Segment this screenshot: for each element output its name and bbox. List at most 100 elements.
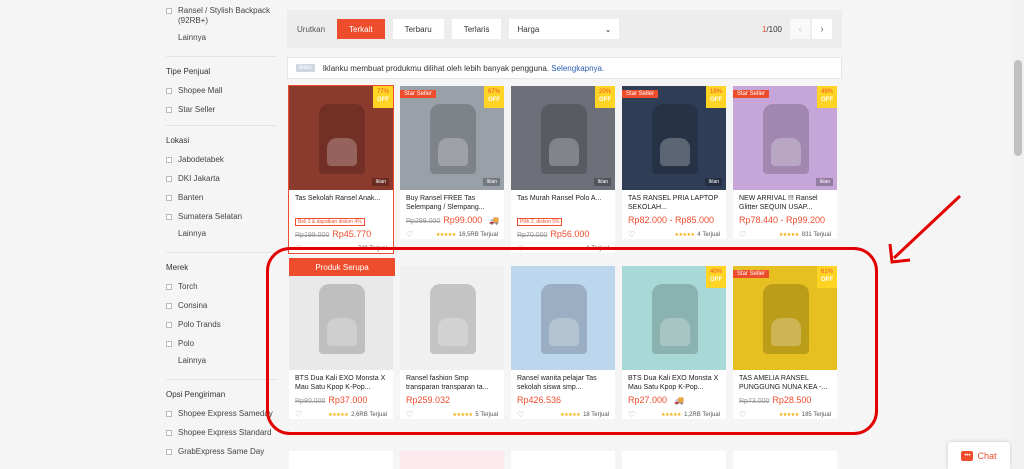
checkbox[interactable] [166, 322, 172, 328]
filter-option-shipping[interactable]: GrabExpress Same Day [166, 447, 276, 457]
discount-off: OFF [599, 97, 611, 103]
checkbox[interactable] [166, 430, 172, 436]
heart-icon[interactable]: ♡ [406, 230, 413, 239]
ad-label: Iklan [705, 178, 722, 186]
product-card[interactable] [400, 451, 504, 469]
page-total: /100 [766, 24, 782, 34]
checkbox[interactable] [166, 157, 172, 163]
filter-option-label: Ransel / Stylish Backpack (92RB+) [178, 6, 271, 25]
product-card[interactable] [622, 451, 726, 469]
product-image[interactable]: 20% OFF Iklan [511, 86, 615, 190]
promo-tag: Pilih 2, diskon 5% [517, 218, 563, 226]
sort-newest-button[interactable]: Terbaru [392, 19, 444, 39]
prev-page-button[interactable]: ‹ [790, 19, 810, 39]
filter-option-label: Consina [178, 301, 208, 310]
chevron-right-icon: › [820, 23, 824, 35]
filter-option-ransel[interactable]: Ransel / Stylish Backpack (92RB+) [166, 6, 276, 26]
filter-option-label: Polo Trands [178, 320, 221, 329]
free-shipping-truck-icon: 🚚 [489, 216, 500, 225]
filter-option-star-seller[interactable]: Star Seller [166, 105, 276, 115]
product-card[interactable] [733, 451, 837, 469]
filter-option-location[interactable]: Sumatera Selatan [166, 212, 276, 222]
divider [166, 252, 276, 253]
checkbox[interactable] [166, 176, 172, 182]
filter-option-brand[interactable]: Torch [166, 282, 276, 292]
show-more-link[interactable]: Lainnya [178, 229, 276, 238]
star-seller-badge: Star Seller [733, 90, 770, 98]
product-image[interactable]: 77% OFF Iklan [289, 86, 393, 190]
discount-percent: 18% [709, 89, 722, 95]
product-card[interactable] [511, 451, 615, 469]
product-price: Rp82.000 - Rp85.000 [628, 215, 715, 225]
product-name[interactable]: Buy Ransel FREE Tas Selempang / Slempang… [406, 194, 498, 212]
checkbox[interactable] [166, 411, 172, 417]
product-card[interactable] [289, 451, 393, 469]
filter-option-label: GrabExpress Same Day [178, 447, 265, 456]
scrollbar-thumb[interactable] [1014, 60, 1022, 156]
heart-icon[interactable]: ♡ [739, 230, 746, 239]
divider [166, 56, 276, 57]
checkbox[interactable] [166, 8, 172, 14]
ad-label: Iklan [483, 178, 500, 186]
filter-option-brand[interactable]: Consina [166, 301, 276, 311]
discount-badge: 20% OFF [595, 86, 615, 108]
checkbox[interactable] [166, 303, 172, 309]
product-image[interactable]: Star Seller 18% OFF Iklan [622, 86, 726, 190]
checkbox[interactable] [166, 195, 172, 201]
filter-option-label: DKI Jakarta [178, 174, 220, 183]
checkbox[interactable] [166, 88, 172, 94]
filter-option-brand[interactable]: Polo [166, 339, 276, 349]
price-sort-select[interactable]: Harga ⌄ [509, 19, 620, 39]
rating-row: ♡ ★★★★★ 4 Terjual [628, 230, 720, 239]
product-image[interactable]: Star Seller 67% OFF Iklan [400, 86, 504, 190]
backpack-pocket [771, 138, 801, 166]
rating-row: ♡ ★★★★★ 16,5RB Terjual [406, 230, 498, 239]
next-page-button[interactable]: › [812, 19, 832, 39]
product-name[interactable]: NEW ARRIVAL !!! Ransel Glitter SEQUIN US… [739, 194, 831, 212]
discount-badge: 49% OFF [817, 86, 837, 108]
filter-option-label: Jabodetabek [178, 155, 224, 164]
sort-bestselling-button[interactable]: Terlaris [451, 19, 502, 39]
original-price: Rp299.000 [406, 218, 441, 225]
checkbox[interactable] [166, 449, 172, 455]
product-card[interactable]: 77% OFF Iklan Tas Sekolah Ransel Anak... Bel… [288, 85, 394, 254]
filter-option-location[interactable]: DKI Jakarta [166, 174, 276, 184]
sold-count: 831 Terjual [801, 231, 831, 238]
filter-option-shopee-mall[interactable]: Shopee Mall [166, 86, 276, 96]
ad-label: Iklan [594, 178, 611, 186]
mini-pager: 1/100 ‹ › [762, 19, 832, 39]
product-price: Rp78.440 - Rp99.200 [739, 215, 826, 225]
filter-group-title: Merek [166, 263, 189, 272]
product-card[interactable]: 20% OFF Iklan Tas Murah Ransel Polo A... Pil… [511, 86, 615, 253]
product-name[interactable]: TAS RANSEL PRIA LAPTOP SEKOLAH... [628, 194, 720, 212]
filter-option-location[interactable]: Jabodetabek [166, 155, 276, 165]
discount-percent: 67% [487, 89, 500, 95]
price-row: Rp299.000 Rp99.000 🚚 [406, 215, 500, 225]
learn-more-link[interactable]: Selengkapnya. [551, 64, 604, 73]
filter-option-shipping[interactable]: Shopee Express Sameday [166, 409, 276, 419]
product-name[interactable]: Tas Sekolah Ransel Anak... [295, 194, 387, 212]
filter-option-shipping[interactable]: Shopee Express Standard [166, 428, 276, 438]
show-more-link[interactable]: Lainnya [178, 33, 276, 42]
product-name[interactable]: Tas Murah Ransel Polo A... [517, 194, 609, 212]
product-image[interactable]: Star Seller 49% OFF Iklan [733, 86, 837, 190]
discount-badge: 67% OFF [484, 86, 504, 108]
heart-icon[interactable]: ♡ [628, 230, 635, 239]
product-card[interactable]: Star Seller 18% OFF Iklan TAS RANSEL PRIA LA… [622, 86, 726, 239]
product-card[interactable]: Star Seller 49% OFF Iklan NEW ARRIVAL !!! Ra… [733, 86, 837, 239]
show-more-link[interactable]: Lainnya [178, 356, 276, 365]
discount-off: OFF [710, 97, 722, 103]
chevron-left-icon: ‹ [798, 23, 802, 35]
filter-option-brand[interactable]: Polo Trands [166, 320, 276, 330]
checkbox[interactable] [166, 341, 172, 347]
price-row: Rp82.000 - Rp85.000 [628, 215, 720, 225]
checkbox[interactable] [166, 284, 172, 290]
sort-relevance-button[interactable]: Terkait [337, 19, 385, 39]
checkbox[interactable] [166, 214, 172, 220]
discount-off: OFF [821, 97, 833, 103]
filter-option-location[interactable]: Banten [166, 193, 276, 203]
checkbox[interactable] [166, 107, 172, 113]
chat-button[interactable]: ••• Chat [948, 442, 1010, 469]
product-card[interactable]: Star Seller 67% OFF Iklan Buy Ransel FREE Ta… [400, 86, 504, 239]
backpack-pocket [327, 138, 357, 166]
